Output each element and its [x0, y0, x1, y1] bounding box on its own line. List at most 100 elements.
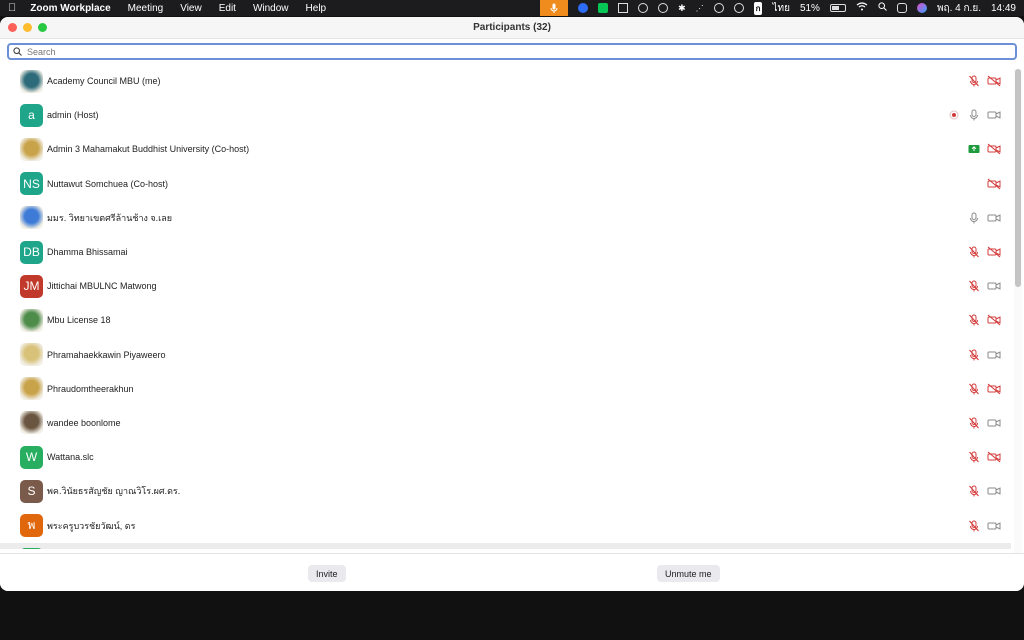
participant-row[interactable]: พ พระครูบวรชัยวัฒน์, ดร: [0, 508, 1011, 542]
participant-row[interactable]: Phramahaekkawin Piyaweero: [0, 338, 1011, 372]
minimize-window-button[interactable]: [23, 23, 32, 32]
mic-muted-icon: [967, 348, 981, 362]
video-icon: [987, 108, 1001, 122]
participant-name: Phraudomtheerakhun: [47, 383, 134, 394]
participant-initials-avatar: [20, 548, 43, 549]
window-titlebar[interactable]: Participants (32): [0, 17, 1024, 39]
zoom-window-button[interactable]: [38, 23, 47, 32]
video-icon: [987, 416, 1001, 430]
participant-status-icons: [967, 235, 1001, 269]
participant-name: admin (Host): [47, 110, 99, 121]
search-input[interactable]: [27, 46, 1015, 57]
participant-list: Academy Council MBU (me) a admin (Host) Adm…: [0, 64, 1011, 549]
search-field-container[interactable]: [7, 43, 1017, 60]
account-tray-icon[interactable]: [638, 3, 649, 13]
mic-icon: [967, 108, 981, 122]
video-icon: [987, 279, 1001, 293]
video-off-icon: [987, 177, 1001, 191]
participant-row[interactable]: Mbu License 18: [0, 303, 1011, 337]
participant-photo-avatar: [20, 377, 43, 401]
close-window-button[interactable]: [8, 23, 17, 32]
invite-button[interactable]: Invite: [308, 565, 346, 582]
spotlight-search-icon[interactable]: [878, 2, 887, 14]
participant-initials-avatar: a: [20, 103, 43, 127]
menu-view[interactable]: View: [180, 3, 202, 14]
participant-status-icons: [967, 440, 1001, 474]
participant-status-icons: [967, 269, 1001, 303]
participant-row[interactable]: DB Dhamma Bhissamai: [0, 235, 1011, 269]
scrollbar-thumb[interactable]: [1015, 69, 1021, 287]
menu-meeting[interactable]: Meeting: [128, 3, 164, 14]
line-tray-icon[interactable]: [598, 3, 609, 13]
video-off-icon: [987, 313, 1001, 327]
participant-row[interactable]: [0, 542, 1011, 549]
mic-muted-icon: [967, 382, 981, 396]
video-off-icon: [987, 74, 1001, 88]
participant-list-scrollbar[interactable]: [1014, 69, 1022, 553]
video-off-icon: [987, 450, 1001, 464]
mic-in-use-icon[interactable]: [540, 0, 569, 16]
participant-row[interactable]: Academy Council MBU (me): [0, 64, 1011, 98]
participant-row[interactable]: S พค.วินัยธรสัญชัย ญาณวิโร.ผศ.ดร.: [0, 474, 1011, 508]
bluetooth-icon[interactable]: ✱: [678, 3, 686, 14]
mic-muted-icon: [967, 245, 981, 259]
menu-bar:  Zoom Workplace Meeting View Edit Windo…: [0, 0, 1024, 16]
play-tray-icon[interactable]: [713, 3, 724, 13]
video-icon: [987, 484, 1001, 498]
participant-name: มมร. วิทยาเขตศรีล้านช้าง จ.เลย: [47, 212, 173, 223]
menu-app-name[interactable]: Zoom Workplace: [30, 3, 110, 14]
battery-icon[interactable]: [829, 4, 846, 12]
menubar-date[interactable]: พฤ. 4 ก.ย.: [937, 1, 981, 16]
participant-initials-avatar: DB: [20, 240, 43, 264]
control-center-icon[interactable]: [896, 3, 907, 13]
participant-name: Phramahaekkawin Piyaweero: [47, 349, 166, 360]
mic-icon: [967, 211, 981, 225]
battery-percent: 51%: [799, 2, 820, 14]
user-tray-icon[interactable]: [733, 3, 744, 13]
apple-menu-icon[interactable]: : [8, 2, 16, 14]
wifi-activity-icon[interactable]: ⋰: [696, 4, 704, 13]
wifi-icon[interactable]: [856, 2, 868, 14]
zoom-tray-icon[interactable]: [578, 3, 589, 13]
participant-row[interactable]: Admin 3 Mahamakut Buddhist University (C…: [0, 132, 1011, 166]
participant-row[interactable]: W Wattana.slc: [0, 440, 1011, 474]
participant-row[interactable]: a admin (Host): [0, 98, 1011, 132]
menubar-time[interactable]: 14:49: [991, 3, 1016, 14]
participant-status-icons: [947, 98, 1001, 132]
participant-row[interactable]: JM Jittichai MBULNC Matwong: [0, 269, 1011, 303]
participant-row[interactable]: NS Nuttawut Somchuea (Co-host): [0, 167, 1011, 201]
menu-window[interactable]: Window: [253, 3, 289, 14]
participants-footer: Invite Unmute me: [0, 553, 1024, 591]
participant-row[interactable]: Phraudomtheerakhun: [0, 372, 1011, 406]
participant-photo-avatar: [20, 343, 43, 367]
participant-photo-avatar: [20, 206, 43, 230]
input-language-icon[interactable]: ก: [753, 1, 763, 15]
participant-status-icons: [967, 201, 1001, 235]
participant-row[interactable]: wandee boonlome: [0, 406, 1011, 440]
participant-name: Admin 3 Mahamakut Buddhist University (C…: [47, 144, 250, 155]
siri-icon[interactable]: [916, 3, 927, 13]
mic-muted-icon: [967, 74, 981, 88]
participant-name: Wattana.slc: [47, 452, 94, 463]
participant-status-icons: [967, 303, 1001, 337]
participant-name: พค.วินัยธรสัญชัย ญาณวิโร.ผศ.ดร.: [47, 486, 181, 497]
participant-initials-avatar: S: [20, 479, 43, 503]
mic-muted-icon: [967, 450, 981, 464]
menu-edit[interactable]: Edit: [219, 3, 236, 14]
screen-share-icon: [967, 142, 981, 156]
window-controls: [8, 23, 47, 32]
input-language-label: ไทย: [772, 2, 790, 14]
mic-muted-icon: [967, 519, 981, 533]
video-icon: [987, 348, 1001, 362]
participant-status-icons: [967, 406, 1001, 440]
airdrop-tray-icon[interactable]: [658, 3, 669, 13]
participant-row[interactable]: มมร. วิทยาเขตศรีล้านช้าง จ.เลย: [0, 201, 1011, 235]
grid-tray-icon[interactable]: [618, 3, 629, 13]
participant-status-icons: [967, 474, 1001, 508]
participant-name: Jittichai MBULNC Matwong: [47, 281, 157, 292]
video-icon: [987, 519, 1001, 533]
participant-status-icons: [967, 372, 1001, 406]
participants-window: Participants (32) Academy Council MBU (m…: [0, 17, 1024, 591]
menu-help[interactable]: Help: [306, 3, 327, 14]
unmute-me-button[interactable]: Unmute me: [657, 565, 720, 582]
